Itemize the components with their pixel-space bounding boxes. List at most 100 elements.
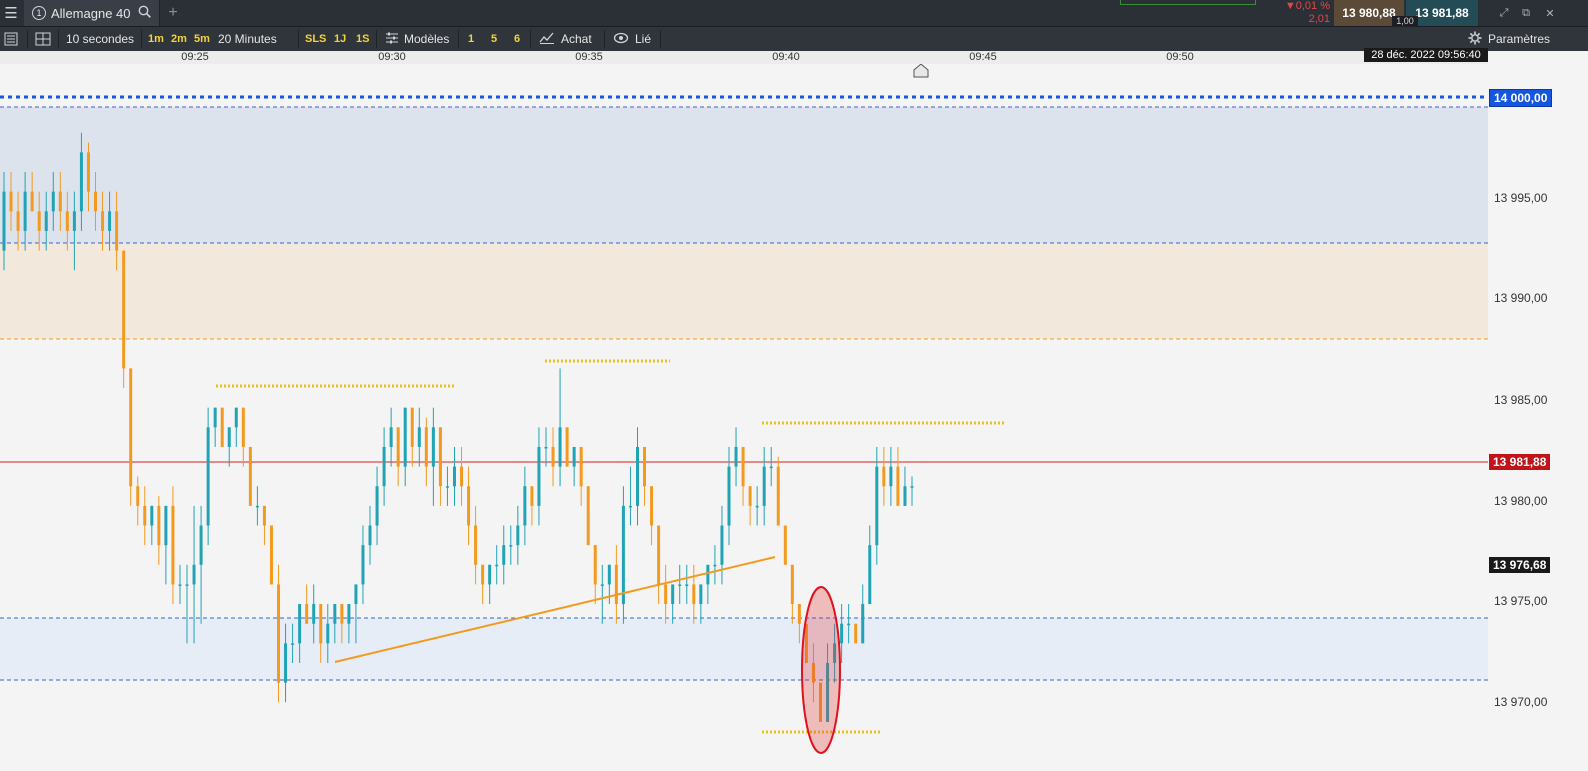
highlight-ellipse[interactable] bbox=[801, 586, 841, 754]
range-select[interactable]: 20 Minutes bbox=[218, 27, 277, 51]
candle-body bbox=[72, 211, 76, 231]
candle-body bbox=[776, 466, 780, 526]
link-icon bbox=[613, 32, 629, 47]
interval-1m-button[interactable]: 1m bbox=[148, 27, 164, 51]
template-6-button[interactable]: 6 bbox=[514, 27, 520, 51]
candle-body bbox=[474, 525, 478, 565]
time-tick: 09:40 bbox=[772, 51, 800, 63]
datetime-badge: 28 déc. 2022 09:56:40 bbox=[1364, 48, 1488, 62]
candle-body bbox=[417, 427, 421, 447]
candle-body bbox=[410, 407, 414, 447]
price-axis[interactable]: 14 000,00 13 995,00 13 990,00 13 985,00 … bbox=[1488, 51, 1588, 771]
candle-body bbox=[628, 505, 632, 508]
candle-body bbox=[333, 604, 337, 624]
candle-body bbox=[755, 505, 759, 508]
candle-body bbox=[213, 407, 217, 428]
candle-body bbox=[889, 466, 893, 487]
candle-body bbox=[192, 564, 196, 585]
candle-body bbox=[790, 564, 794, 605]
close-icon[interactable]: ✕ bbox=[1540, 0, 1560, 26]
candle-body bbox=[326, 623, 330, 644]
candle-body bbox=[847, 623, 851, 626]
empty-panel bbox=[1120, 0, 1256, 5]
hamburger-menu-icon[interactable]: ☰ bbox=[0, 0, 22, 26]
link-button[interactable]: Lié bbox=[613, 27, 651, 51]
price-tick: 13 990,00 bbox=[1494, 291, 1548, 305]
price-change: ▼0,01 % 2,01 bbox=[1270, 0, 1330, 26]
price-chart[interactable] bbox=[0, 64, 1488, 771]
candle-body bbox=[643, 446, 647, 487]
home-marker-icon[interactable] bbox=[913, 64, 929, 78]
candle-body bbox=[86, 152, 90, 192]
candle-body bbox=[868, 545, 872, 605]
candle-body bbox=[431, 427, 435, 467]
sls-button[interactable]: SLS bbox=[305, 27, 326, 51]
time-tick: 09:45 bbox=[969, 51, 997, 63]
candle-body bbox=[312, 604, 316, 624]
candle-body bbox=[227, 427, 231, 447]
candle-body bbox=[171, 505, 175, 585]
add-tab-icon[interactable]: + bbox=[164, 0, 182, 26]
candle-body bbox=[875, 466, 879, 546]
time-axis[interactable]: 09:25 09:30 09:35 09:40 09:45 09:50 bbox=[0, 51, 1488, 64]
candle-body bbox=[241, 407, 245, 447]
candle-body bbox=[910, 486, 914, 488]
candle-body bbox=[396, 427, 400, 467]
candle-body bbox=[16, 211, 20, 231]
buy-button[interactable]: Achat bbox=[539, 27, 592, 51]
instrument-tab[interactable]: 1 Allemagne 40 bbox=[24, 0, 160, 26]
candle-body bbox=[685, 584, 689, 586]
list-view-icon[interactable] bbox=[4, 27, 18, 51]
interval-select[interactable]: 10 secondes bbox=[66, 27, 134, 51]
candle-body bbox=[234, 407, 238, 428]
range-1j-button[interactable]: 1J bbox=[334, 27, 346, 51]
candle-body bbox=[199, 525, 203, 565]
candle-body bbox=[692, 584, 696, 605]
candle-body bbox=[375, 486, 379, 526]
candle-body bbox=[122, 250, 126, 369]
candle-body bbox=[467, 486, 471, 526]
price-tick: 13 970,00 bbox=[1494, 695, 1548, 709]
candle-body bbox=[361, 545, 365, 585]
candle-body bbox=[783, 525, 787, 565]
candle-body bbox=[502, 545, 506, 565]
candle-body bbox=[896, 466, 900, 506]
candle-body bbox=[9, 191, 13, 212]
candle-body bbox=[882, 466, 886, 487]
layout-grid-icon[interactable] bbox=[35, 27, 51, 51]
candle-body bbox=[305, 604, 309, 624]
templates-button[interactable]: Modèles bbox=[385, 27, 449, 51]
candle-body bbox=[2, 191, 6, 251]
maximize-icon[interactable]: ⧉ bbox=[1516, 0, 1536, 26]
candle-body bbox=[94, 191, 98, 212]
sliders-icon bbox=[385, 32, 399, 47]
crosshair-price-tag: 13 976,68 bbox=[1489, 557, 1551, 573]
candle-body bbox=[424, 427, 428, 467]
candle-body bbox=[185, 584, 189, 586]
price-tick: 13 995,00 bbox=[1494, 191, 1548, 205]
template-1-button[interactable]: 1 bbox=[468, 27, 474, 51]
top-bar: ☰ 1 Allemagne 40 + ▼0,01 % 2,01 13 980,8… bbox=[0, 0, 1588, 27]
candle-body bbox=[614, 564, 618, 605]
template-5-button[interactable]: 5 bbox=[491, 27, 497, 51]
time-tick: 09:35 bbox=[575, 51, 603, 63]
candle-body bbox=[699, 584, 703, 605]
candle-body bbox=[678, 584, 682, 586]
interval-2m-button[interactable]: 2m bbox=[171, 27, 187, 51]
candle-body bbox=[115, 211, 119, 251]
candle-body bbox=[347, 604, 351, 624]
candle-body bbox=[23, 191, 27, 231]
interval-5m-button[interactable]: 5m bbox=[194, 27, 210, 51]
search-icon[interactable] bbox=[138, 5, 151, 21]
candle-body bbox=[523, 486, 527, 526]
candle-body bbox=[277, 584, 281, 683]
range-1s-button[interactable]: 1S bbox=[356, 27, 369, 51]
candle-body bbox=[30, 191, 34, 212]
candle-body bbox=[635, 446, 639, 506]
candle-body bbox=[727, 466, 731, 526]
candle-body bbox=[537, 446, 541, 506]
gear-icon bbox=[1468, 31, 1482, 48]
candle-body bbox=[861, 604, 865, 644]
candle-body bbox=[108, 211, 112, 231]
detach-window-icon[interactable]: ⤢ bbox=[1494, 0, 1514, 26]
